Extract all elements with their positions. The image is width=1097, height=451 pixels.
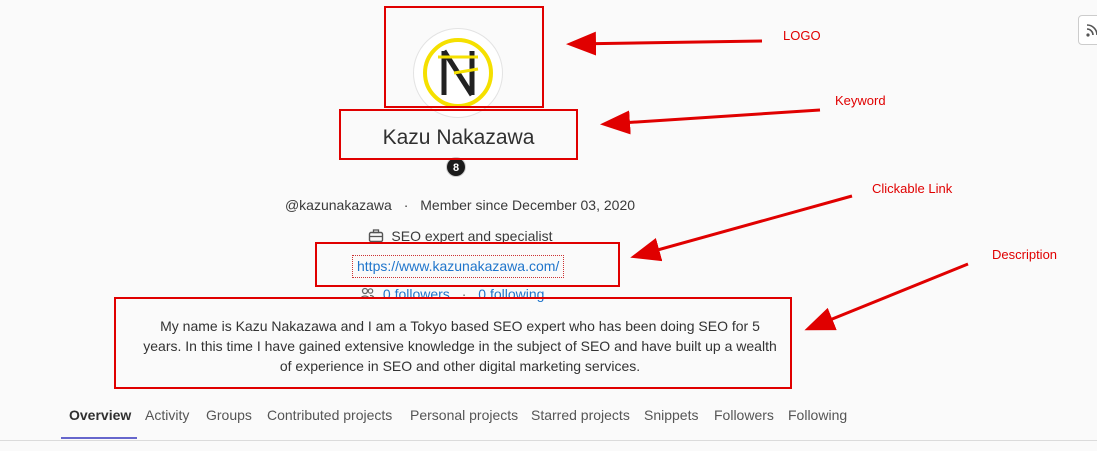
tab-personal-projects[interactable]: Personal projects (410, 407, 518, 423)
tab-activity[interactable]: Activity (145, 407, 189, 423)
description-arrow (804, 262, 969, 331)
tab-followers[interactable]: Followers (714, 407, 774, 423)
annotation-arrows (566, 31, 969, 331)
annotation-logo: LOGO (783, 28, 821, 43)
tab-snippets[interactable]: Snippets (644, 407, 698, 423)
annotation-keyword: Keyword (835, 93, 886, 108)
tab-following[interactable]: Following (788, 407, 847, 423)
keyword-arrow (600, 108, 821, 135)
tab-contributed-projects[interactable]: Contributed projects (267, 407, 392, 423)
link-arrow (630, 194, 853, 262)
profile-tabs: Overview Activity Groups Contributed pro… (0, 398, 1097, 441)
annotation-description: Description (992, 247, 1058, 262)
tab-groups[interactable]: Groups (206, 407, 252, 423)
active-tab-indicator (61, 437, 137, 439)
logo-arrow (566, 31, 763, 56)
annotation-link: Clickable Link (872, 181, 953, 196)
tab-starred-projects[interactable]: Starred projects (531, 407, 630, 423)
tab-overview[interactable]: Overview (69, 407, 131, 423)
